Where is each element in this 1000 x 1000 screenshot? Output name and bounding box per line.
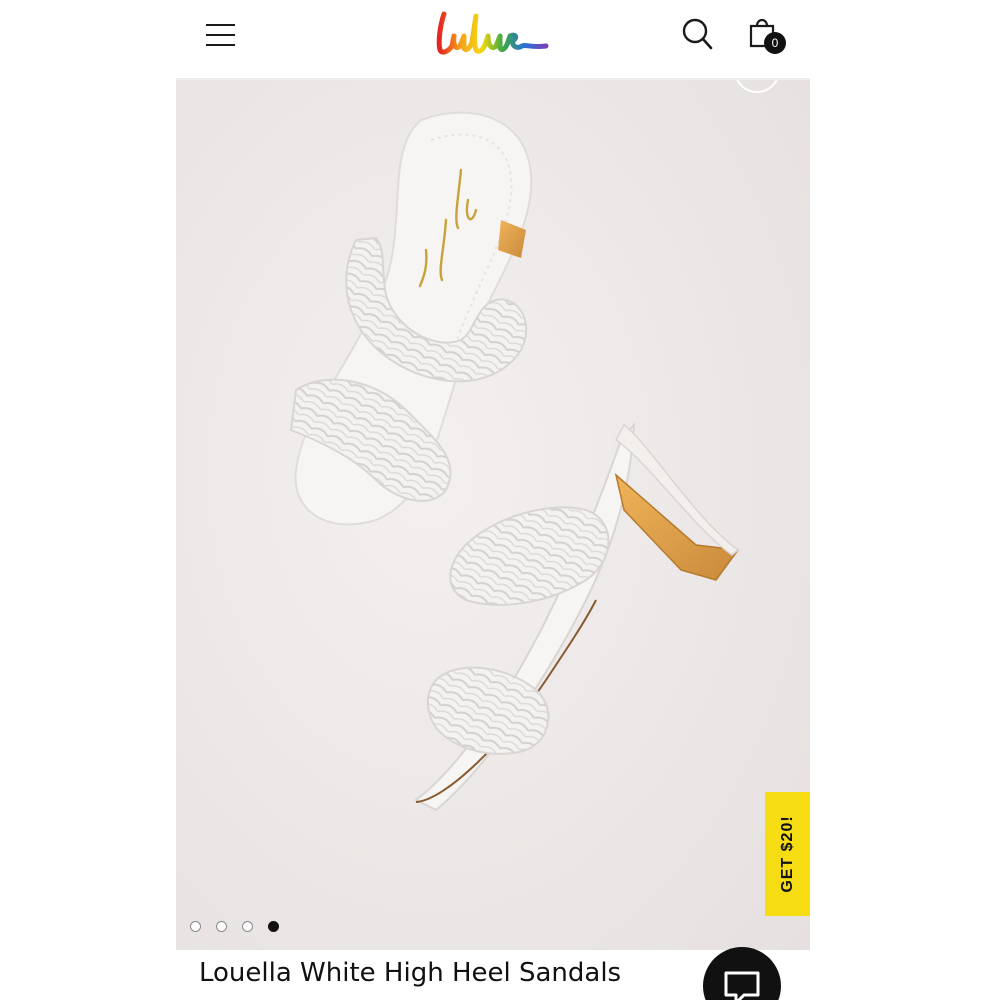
promo-label: GET $20! <box>778 815 796 893</box>
product-title: Louella White High Heel Sandals <box>199 958 622 988</box>
get-20-promo-tab[interactable]: GET $20! <box>765 792 810 916</box>
product-photo <box>176 80 810 950</box>
product-page: 0 GET $20! Louella White High Heel Sanda… <box>0 0 1000 1000</box>
site-header: 0 <box>176 0 810 80</box>
cart-count-badge: 0 <box>764 32 786 54</box>
carousel-dot[interactable] <box>216 921 227 932</box>
lulus-logo[interactable] <box>434 6 552 62</box>
carousel-dot[interactable] <box>242 921 253 932</box>
shopping-bag-button[interactable]: 0 <box>748 16 788 56</box>
chat-button[interactable] <box>703 947 781 1000</box>
search-icon[interactable] <box>682 18 714 52</box>
chat-bubble-icon <box>724 971 760 1000</box>
carousel-dot-active[interactable] <box>268 921 279 932</box>
carousel-dots <box>190 921 279 935</box>
product-image-carousel[interactable]: GET $20! <box>176 80 810 950</box>
hamburger-menu-icon[interactable] <box>206 22 236 48</box>
carousel-dot[interactable] <box>190 921 201 932</box>
